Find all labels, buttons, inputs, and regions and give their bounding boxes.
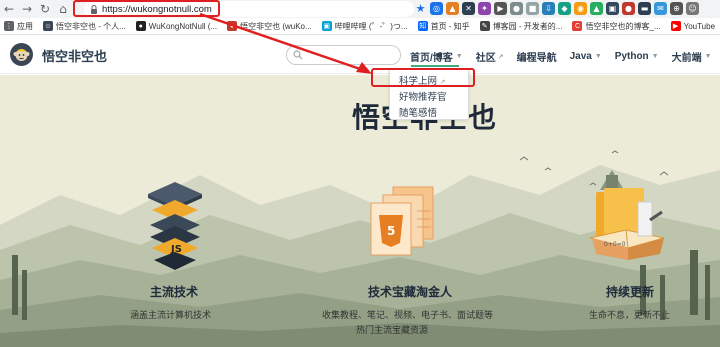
open-book-icon: 0+0=0 (589, 188, 665, 260)
forward-icon[interactable]: → (18, 0, 36, 18)
main-nav: 首页/博客▼ 社区↗ 编程导航 Java▼ Python▼ 大前端▼ 面试 (410, 49, 720, 64)
bookmark-item[interactable]: ▣ 哔哩哔哩 (゜-゜)つ... (321, 21, 408, 32)
nav-label: 首页/博客 (410, 53, 453, 64)
chevron-down-icon: ▼ (594, 53, 602, 60)
home-icon[interactable]: ⌂ (54, 0, 72, 18)
reload-icon[interactable]: ↻ (36, 0, 54, 18)
chevron-down-icon: ▼ (455, 53, 463, 60)
feature-description: 收集教程、笔记、视频、电子书、面试题等 (322, 310, 494, 320)
back-icon[interactable]: ← (0, 0, 18, 18)
dropdown-item-recommendations[interactable]: 好物推荐官 (399, 89, 447, 103)
extension-icon[interactable]: ⇩ (542, 2, 555, 15)
chevron-down-icon: ▼ (651, 53, 659, 60)
extension-icon[interactable]: ◆ (558, 2, 571, 15)
nav-active-indicator (411, 65, 459, 67)
external-link-icon: ↗ (497, 53, 504, 61)
extension-icon[interactable]: ▲ (590, 2, 603, 15)
bookmark-star-icon[interactable]: ★ (414, 2, 427, 15)
extension-icon[interactable]: ✉ (654, 2, 667, 15)
nav-label: Python (614, 51, 649, 62)
site-logo[interactable] (10, 43, 33, 66)
nav-item-programming-guide[interactable]: 编程导航 (517, 49, 557, 64)
bookmark-icon: ● (227, 21, 238, 31)
extension-icon[interactable]: ⊕ (670, 2, 683, 15)
feature-title: 主流技术 (150, 285, 199, 299)
csdn-icon: C (572, 21, 583, 31)
nav-item-frontend[interactable]: 大前端 ▼ (672, 49, 712, 64)
bookmark-label: 哔哩哔哩 (゜-゜)つ... (334, 21, 408, 31)
zhihu-icon: 知 (417, 21, 428, 31)
svg-text:0+0=0: 0+0=0 (604, 241, 626, 248)
bookmark-label: 悟空非空也 - 个人... (56, 21, 126, 31)
bookmark-item[interactable]: ✎ 博客园 - 开发者的... (479, 21, 563, 32)
bookmark-label: YouTube (683, 21, 716, 31)
bookmark-label: 应用 (17, 21, 33, 31)
bookmark-item[interactable]: 知 首页 - 知乎 (417, 21, 470, 32)
svg-text:5: 5 (387, 224, 395, 238)
monkey-icon: ☺ (43, 21, 53, 31)
dropdown-label: 好物推荐官 (399, 92, 447, 103)
nav-item-python[interactable]: Python ▼ (615, 49, 659, 64)
extension-icon[interactable]: ▶ (494, 2, 507, 15)
feature-description: 涵盖主流计算机技术 (130, 310, 212, 320)
profile-icon[interactable]: ☺ (686, 2, 699, 15)
extension-icon[interactable]: ● (622, 2, 635, 15)
js-stack-icon: JS (148, 182, 202, 270)
nav-label: 编程导航 (516, 53, 557, 64)
monkey-logo-icon (13, 49, 30, 61)
cnblogs-icon: ✎ (479, 21, 490, 31)
search-icon (293, 50, 303, 60)
extension-icon[interactable]: ◉ (574, 2, 587, 15)
url-highlight-box (73, 0, 220, 17)
bookmark-label: 首页 - 知乎 (430, 21, 470, 31)
youtube-icon: ▶ (670, 21, 681, 31)
bookmarks-bar: ⋮ 应用 ☺ 悟空非空也 - 个人... ● WuKongNotNull (..… (0, 18, 720, 35)
bookmark-item[interactable]: ● WuKongNotNull (... (135, 21, 218, 31)
bilibili-icon: ▣ (321, 21, 332, 31)
extension-bar: ★ ◎ ▲ ✕ ✦ ▶ ● ■ ⇩ ◆ ◉ ▲ ▣ ● ▬ ✉ ⊕ ☺ (414, 2, 699, 15)
nav-label: Java (569, 51, 592, 62)
chevron-down-icon: ▼ (704, 53, 712, 60)
site-title[interactable]: 悟空非空也 (42, 46, 107, 65)
bookmark-item[interactable]: C 悟空非空也的博客_... (572, 21, 661, 32)
nav-item-community[interactable]: 社区 ↗ (476, 49, 504, 64)
extension-icon[interactable]: ✦ (478, 2, 491, 15)
dropdown-highlight-box (371, 68, 475, 87)
nav-label: 大前端 (671, 53, 702, 64)
extension-icon[interactable]: ▬ (638, 2, 651, 15)
extension-icon[interactable]: ◎ (430, 2, 443, 15)
bookmark-item[interactable]: ☺ 悟空非空也 - 个人... (43, 21, 126, 32)
apps-icon: ⋮ (4, 21, 14, 31)
feature-title: 技术宝藏淘金人 (368, 285, 453, 299)
bookmark-label: 博客园 - 开发者的... (492, 21, 563, 31)
nav-item-java[interactable]: Java ▼ (570, 49, 602, 64)
extension-icon[interactable]: ▲ (446, 2, 459, 15)
bookmark-item[interactable]: ▶ YouTube (670, 21, 716, 31)
feature-description: 热门主流宝藏资源 (356, 325, 429, 335)
nav-label: 社区 (475, 53, 496, 64)
bookmark-label: WuKongNotNull (... (148, 21, 218, 31)
bookmark-label: 悟空非空也 (wuKo... (240, 21, 312, 31)
dropdown-item-essays[interactable]: 随笔感悟 (399, 105, 437, 119)
nav-item-home[interactable]: 首页/博客 ▼ (410, 49, 463, 64)
feature-title: 持续更新 (606, 285, 655, 299)
extension-icon[interactable]: ▣ (606, 2, 619, 15)
extension-icon[interactable]: ✕ (462, 2, 475, 15)
search-input[interactable] (286, 45, 401, 65)
bookmark-item[interactable]: ⋮ 应用 (4, 21, 33, 32)
bookmark-label: 悟空非空也的博客_... (585, 21, 661, 31)
dropdown-label: 随笔感悟 (399, 108, 438, 119)
extension-icon[interactable]: ● (510, 2, 523, 15)
feature-description: 生命不息，更新不止 (589, 310, 671, 320)
github-icon: ● (135, 21, 146, 31)
bookmark-item[interactable]: ● 悟空非空也 (wuKo... (227, 21, 312, 32)
extension-icon[interactable]: ■ (526, 2, 539, 15)
html5-files-icon: 5 (370, 186, 434, 256)
